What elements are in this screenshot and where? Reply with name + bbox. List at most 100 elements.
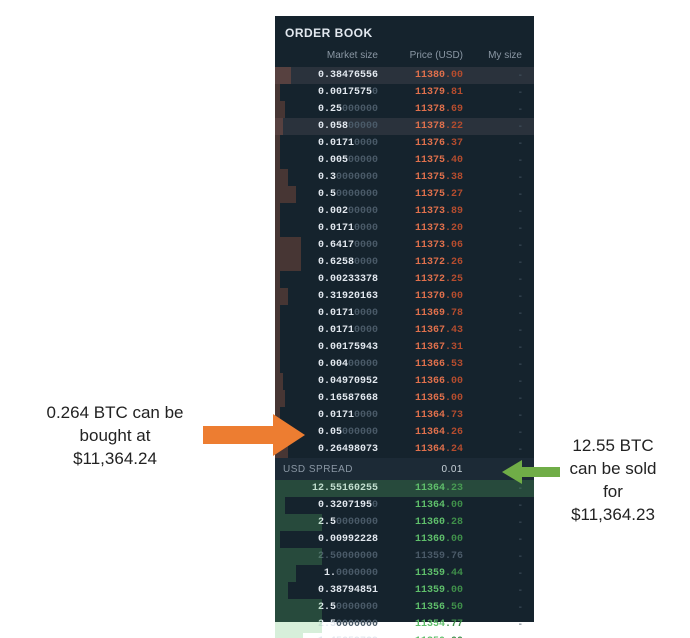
bid-row[interactable]: 0.0099222811360.00- — [275, 531, 534, 548]
ask-row[interactable]: 0.0171000011367.43- — [275, 322, 534, 339]
bid-row[interactable]: 1.000000011359.44- — [275, 565, 534, 582]
ask-row[interactable]: 0.6417000011373.06- — [275, 237, 534, 254]
ask-row[interactable]: 0.0500000011364.26- — [275, 424, 534, 441]
ask-row[interactable]: 0.3000000011375.38- — [275, 169, 534, 186]
depth-bar — [275, 565, 296, 582]
bid-row[interactable]: 2.5000000011354.77- — [275, 616, 534, 633]
size-significant: 0.31920163 — [318, 291, 378, 302]
size-significant: 0.38794851 — [318, 585, 378, 596]
price-int: 11366 — [415, 359, 445, 370]
price-dec: .25 — [445, 274, 463, 285]
my-size-cell: - — [463, 551, 526, 562]
price-dec: .26 — [445, 257, 463, 268]
size-trailing-zeros: 0000000 — [336, 189, 378, 200]
my-size-cell: - — [463, 240, 526, 251]
ask-row[interactable]: 0.0023337811372.25- — [275, 271, 534, 288]
ask-row[interactable]: 0.6258000011372.26- — [275, 254, 534, 271]
market-size-cell: 0.01710000 — [283, 308, 378, 319]
ask-row[interactable]: 0.5000000011375.27- — [275, 186, 534, 203]
depth-bar — [275, 220, 280, 237]
price-dec: .43 — [445, 325, 463, 336]
market-size-cell: 0.25000000 — [283, 104, 378, 115]
ask-row[interactable]: 0.0020000011373.89- — [275, 203, 534, 220]
size-significant: 0.058 — [318, 121, 348, 132]
price-dec: .38 — [445, 172, 463, 183]
size-significant: 1. — [324, 568, 336, 579]
size-significant: 0.26498073 — [318, 444, 378, 455]
ask-row[interactable]: 0.0171000011364.73- — [275, 407, 534, 424]
price-cell: 11369.78 — [378, 308, 463, 319]
ask-row[interactable]: 0.0017575011379.81- — [275, 84, 534, 101]
price-dec: .27 — [445, 189, 463, 200]
bid-row[interactable]: 0.3879485111359.00- — [275, 582, 534, 599]
price-cell: 11375.40 — [378, 155, 463, 166]
size-trailing-zeros: 0000 — [354, 223, 378, 234]
ask-row[interactable]: 0.3847655611380.00- — [275, 67, 534, 84]
ask-row[interactable]: 0.3192016311370.00- — [275, 288, 534, 305]
ask-row[interactable]: 0.2500000011378.69- — [275, 101, 534, 118]
price-dec: .00 — [445, 291, 463, 302]
price-int: 11367 — [415, 325, 445, 336]
market-size-cell: 0.01710000 — [283, 325, 378, 336]
price-cell: 11373.20 — [378, 223, 463, 234]
price-int: 11370 — [415, 291, 445, 302]
bid-row[interactable]: 2.5000000011359.76- — [275, 548, 534, 565]
my-size-cell: - — [463, 410, 526, 421]
price-int: 11356 — [415, 602, 445, 613]
ask-row[interactable]: 0.0497095211366.00- — [275, 373, 534, 390]
ask-row[interactable]: 0.0171000011369.78- — [275, 305, 534, 322]
size-trailing-zeros: 0000 — [354, 240, 378, 251]
depth-bar — [275, 633, 303, 638]
size-trailing-zeros: 00000 — [348, 121, 378, 132]
ask-row[interactable]: 0.0171000011376.37- — [275, 135, 534, 152]
ask-row[interactable]: 0.0171000011373.20- — [275, 220, 534, 237]
price-dec: .00 — [445, 70, 463, 81]
spread-label: USD SPREAD — [283, 464, 378, 475]
price-dec: .06 — [445, 240, 463, 251]
ask-row[interactable]: 0.0050000011375.40- — [275, 152, 534, 169]
bid-row[interactable]: 1.4565972911350.00- — [275, 633, 534, 638]
depth-bar — [275, 616, 322, 633]
bid-row[interactable]: 0.3207195011364.00- — [275, 497, 534, 514]
price-int: 11364 — [415, 410, 445, 421]
price-int: 11376 — [415, 138, 445, 149]
price-dec: .73 — [445, 410, 463, 421]
annotation-buy-line2: bought at — [30, 425, 200, 448]
market-size-cell: 0.00175943 — [283, 342, 378, 353]
ask-row[interactable]: 0.1658766811365.00- — [275, 390, 534, 407]
depth-bar — [275, 373, 283, 390]
price-cell: 11376.37 — [378, 138, 463, 149]
price-cell: 11373.89 — [378, 206, 463, 217]
price-cell: 11378.22 — [378, 121, 463, 132]
price-cell: 11367.43 — [378, 325, 463, 336]
size-significant: 0.6258 — [318, 257, 354, 268]
my-size-cell: - — [463, 359, 526, 370]
size-trailing-zeros: 0000000 — [336, 619, 378, 630]
arrow-buy-icon — [203, 414, 305, 456]
bid-row[interactable]: 2.5000000011356.50- — [275, 599, 534, 616]
bid-row[interactable]: 12.5516025511364.23- — [275, 480, 534, 497]
price-int: 11360 — [415, 534, 445, 545]
market-size-cell: 0.00200000 — [283, 206, 378, 217]
size-significant: 0.004 — [318, 359, 348, 370]
price-dec: .53 — [445, 359, 463, 370]
ask-row[interactable]: 0.0017594311367.31- — [275, 339, 534, 356]
bid-row[interactable]: 2.5000000011360.28- — [275, 514, 534, 531]
price-cell: 11370.00 — [378, 291, 463, 302]
size-significant: 0.005 — [318, 155, 348, 166]
market-size-cell: 0.01710000 — [283, 138, 378, 149]
depth-bar — [275, 135, 280, 152]
ask-rows: 0.3847655611380.00-0.0017575011379.81-0.… — [275, 67, 534, 458]
ask-row[interactable]: 0.0580000011378.22- — [275, 118, 534, 135]
order-book-title: ORDER BOOK — [275, 16, 534, 48]
annotation-sell-line4: $11,364.23 — [558, 504, 668, 527]
ask-row[interactable]: 0.2649807311364.24- — [275, 441, 534, 458]
depth-bar — [275, 599, 322, 616]
price-cell: 11354.77 — [378, 619, 463, 630]
market-size-cell: 0.00400000 — [283, 359, 378, 370]
price-int: 11366 — [415, 376, 445, 387]
depth-bar — [275, 514, 322, 531]
my-size-cell: - — [463, 206, 526, 217]
ask-row[interactable]: 0.00400000 11366.53- — [275, 356, 534, 373]
price-dec: .26 — [445, 427, 463, 438]
